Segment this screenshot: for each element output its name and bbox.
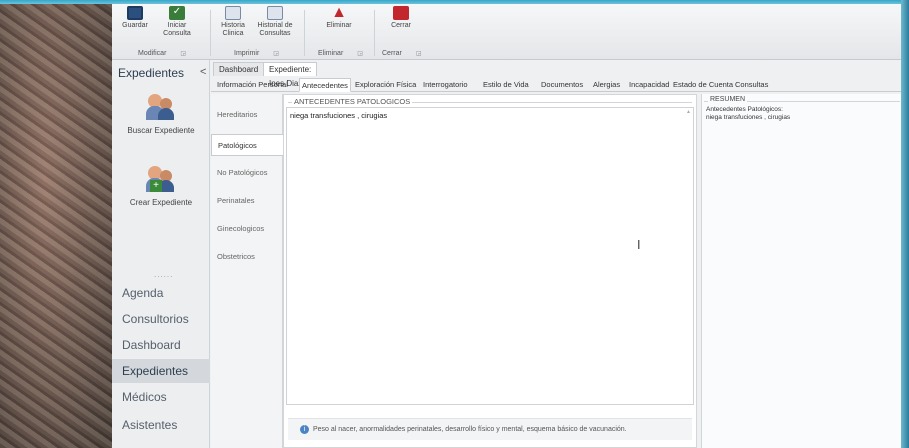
background-fabric <box>0 0 112 448</box>
monitor-bezel-right <box>901 0 909 448</box>
antecedentes-textarea[interactable]: niega transfuciones , cirugias ▲ <box>286 107 694 405</box>
ribbon-separator <box>304 10 305 56</box>
antecedentes-subtabs: Hereditarios Patológicos No Patológicos … <box>211 94 283 448</box>
ribbon-group-label: Imprimir <box>234 50 260 57</box>
ribbon-group-eliminar: ▲ Eliminar Eliminar ◲ <box>312 4 372 60</box>
app-window: Guardar ✓ Iniciar Consulta Modificar ◲ Hi… <box>112 4 901 448</box>
start-consult-button[interactable]: ✓ Iniciar Consulta <box>156 6 198 44</box>
history-icon <box>225 6 241 20</box>
sidetab-ginecologicos[interactable]: Ginecologicos <box>211 218 283 240</box>
ribbon-group-cerrar: Cerrar Cerrar ◲ <box>378 4 434 60</box>
tab-antecedentes[interactable]: Antecedentes <box>299 78 351 92</box>
summary-panel: RESUMEN Antecedentes Patológicos: niega … <box>701 94 901 448</box>
ribbon-group-label: Cerrar <box>382 50 402 57</box>
delete-button[interactable]: ▲ Eliminar <box>318 4 360 44</box>
tab-estado-de-cuenta[interactable]: Estado de Cuenta <box>671 78 735 92</box>
ribbon-separator <box>374 10 375 56</box>
clinical-history-button[interactable]: Historia Clinica <box>212 6 254 44</box>
delete-icon: ▲ <box>331 4 347 21</box>
consult-history-button[interactable]: Historial de Consultas <box>252 6 298 44</box>
sidetab-perinatales[interactable]: Perinatales <box>211 190 283 212</box>
sidetab-patologicos[interactable]: Patológicos <box>211 134 283 156</box>
tab-estilo-de-vida[interactable]: Estilo de Vida <box>481 78 531 92</box>
ribbon-group-imprimir: Historia Clinica Historial de Consultas … <box>212 4 302 60</box>
scroll-up-icon[interactable]: ▲ <box>686 109 692 115</box>
nav-item-medicos[interactable]: Médicos <box>112 385 210 409</box>
search-patient-button[interactable]: Buscar Expediente <box>112 92 210 135</box>
tab-exploracion-fisica[interactable]: Exploración Física <box>353 78 418 92</box>
dialog-launcher-icon[interactable]: ◲ <box>416 51 422 57</box>
close-button[interactable]: Cerrar <box>380 6 422 44</box>
antecedentes-editor-panel: ANTECEDENTES PATOLOGICOS niega transfuci… <box>283 94 697 448</box>
tab-expediente[interactable]: Expediente: Ines Diaz Velazquez <box>263 62 318 102</box>
ribbon-separator <box>210 10 211 56</box>
tab-consultas[interactable]: Consultas <box>733 78 770 92</box>
check-icon: ✓ <box>169 6 185 20</box>
ribbon-group-modificar: Guardar ✓ Iniciar Consulta Modificar ◲ <box>112 4 208 60</box>
sidetab-obstetricos[interactable]: Obstetricos <box>211 246 283 268</box>
info-icon: i <box>300 424 309 434</box>
save-button[interactable]: Guardar <box>114 6 156 44</box>
search-patient-icon <box>146 92 176 122</box>
summary-line: Antecedentes Patológicos: <box>706 106 783 113</box>
summary-line: niega transfuciones , cirugias <box>706 114 791 121</box>
nav-pane-title: Expedientes <box>118 66 185 80</box>
dialog-launcher-icon[interactable]: ◲ <box>357 51 363 57</box>
sidetab-no-patologicos[interactable]: No Patológicos <box>211 162 283 184</box>
dialog-launcher-icon[interactable]: ◲ <box>180 51 186 57</box>
collapse-pane-icon[interactable]: < <box>200 66 206 78</box>
pane-splitter-grip[interactable]: ...... <box>154 270 173 279</box>
history-icon <box>267 6 283 20</box>
record-section-tabs: Información Personal Antecedentes Explor… <box>211 78 901 92</box>
nav-item-dashboard[interactable]: Dashboard <box>112 333 210 357</box>
textarea-value: niega transfuciones , cirugias <box>290 111 388 120</box>
close-icon <box>393 6 409 20</box>
hint-text: Peso al nacer, anormalidades perinatales… <box>313 426 627 433</box>
navigation-pane: Expedientes < Buscar Expediente + Crear … <box>112 60 210 448</box>
field-hint: i Peso al nacer, anormalidades perinatale… <box>288 418 692 440</box>
tab-interrogatorio[interactable]: Interrogatorio <box>421 78 470 92</box>
nav-item-consultorios[interactable]: Consultorios <box>112 307 210 331</box>
save-icon <box>127 6 143 20</box>
editor-group-title: ANTECEDENTES PATOLOGICOS <box>292 97 413 106</box>
tab-alergias[interactable]: Alergias <box>591 78 622 92</box>
create-patient-button[interactable]: + Crear Expediente <box>112 164 210 207</box>
tab-dashboard[interactable]: Dashboard <box>213 62 265 76</box>
main-content: Dashboard Expediente: Ines Diaz Velazque… <box>211 60 901 448</box>
tab-incapacidad[interactable]: Incapacidad <box>627 78 671 92</box>
dialog-launcher-icon[interactable]: ◲ <box>273 51 279 57</box>
tab-documentos[interactable]: Documentos <box>539 78 585 92</box>
ribbon-group-label: Eliminar <box>318 50 344 57</box>
summary-text: Antecedentes Patológicos: niega transfuc… <box>706 106 790 122</box>
nav-item-agenda[interactable]: Agenda <box>112 281 210 305</box>
summary-title: RESUMEN <box>708 96 748 103</box>
nav-item-asistentes[interactable]: Asistentes <box>112 413 210 437</box>
create-patient-icon: + <box>146 164 176 194</box>
tab-informacion-personal[interactable]: Información Personal <box>215 78 290 92</box>
sidetab-hereditarios[interactable]: Hereditarios <box>211 104 283 126</box>
ribbon-toolbar: Guardar ✓ Iniciar Consulta Modificar ◲ Hi… <box>112 4 901 60</box>
text-cursor-icon: I <box>637 238 641 252</box>
ribbon-group-label: Modificar <box>138 50 167 57</box>
nav-item-expedientes[interactable]: Expedientes <box>112 359 210 383</box>
